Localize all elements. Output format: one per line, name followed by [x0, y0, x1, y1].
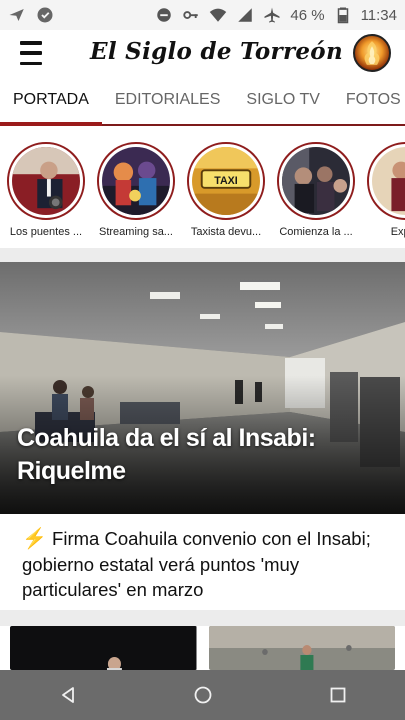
- story-ring: [97, 142, 175, 220]
- story-item[interactable]: Streaming sa...: [97, 128, 175, 248]
- lightning-bolt-icon: ⚡: [22, 528, 47, 550]
- back-triangle-icon[interactable]: [48, 675, 88, 715]
- section-divider: [0, 610, 405, 626]
- story-thumbnail: [372, 147, 405, 215]
- tab-portada[interactable]: PORTADA: [0, 76, 102, 126]
- tab-siglo-tv[interactable]: SIGLO TV: [233, 76, 333, 124]
- recents-square-icon[interactable]: [318, 675, 358, 715]
- section-tabs: PORTADA EDITORIALES SIGLO TV FOTOS: [0, 76, 405, 126]
- related-headline: Firma Coahuila convenio con el Insabi; g…: [22, 528, 371, 600]
- story-label: Streaming sa...: [99, 226, 173, 238]
- ci-app-icon: [36, 6, 54, 24]
- clock: 11:34: [360, 6, 397, 24]
- story-thumbnail: TAXI: [192, 147, 260, 215]
- system-nav-bar: [0, 670, 405, 720]
- key-icon: [182, 6, 200, 24]
- story-item[interactable]: Explot: [367, 128, 405, 248]
- story-item[interactable]: Comienza la ...: [277, 128, 355, 248]
- site-logo[interactable]: El Siglo de Torreón: [90, 38, 343, 65]
- story-thumbnail: [282, 147, 350, 215]
- story-item[interactable]: Los puentes ...: [7, 128, 85, 248]
- article-card-image: [208, 626, 395, 670]
- story-item[interactable]: TAXI Taxista devu...: [187, 128, 265, 248]
- app-header: El Siglo de Torreón: [0, 30, 405, 76]
- stories-carousel: Los puentes ... Streaming sa... TAXI Tax…: [0, 128, 405, 248]
- minus-circle-icon: [155, 6, 173, 24]
- article-card[interactable]: [208, 626, 395, 670]
- tab-fotos[interactable]: FOTOS: [333, 76, 405, 124]
- story-ring: [277, 142, 355, 220]
- story-label: Taxista devu...: [190, 226, 262, 238]
- screen: 46 % 11:34 El Siglo de Torreón PORTADA E…: [0, 0, 405, 720]
- story-thumbnail: [102, 147, 170, 215]
- section-divider: [0, 248, 405, 262]
- article-card[interactable]: [10, 626, 197, 670]
- wifi-icon: [209, 6, 227, 24]
- hero-article[interactable]: Coahuila da el sí al Insabi: Riquelme: [0, 262, 405, 514]
- signal-icon: [236, 6, 254, 24]
- hero-headline: Coahuila da el sí al Insabi: Riquelme: [17, 424, 316, 485]
- airplane-icon: [263, 6, 281, 24]
- tab-editoriales[interactable]: EDITORIALES: [102, 76, 234, 124]
- related-article-link[interactable]: ⚡ Firma Coahuila convenio con el Insabi;…: [0, 514, 405, 610]
- profile-avatar[interactable]: [353, 34, 391, 72]
- story-label: Los puentes ...: [9, 226, 83, 238]
- home-circle-icon[interactable]: [183, 675, 223, 715]
- story-label: Explot: [390, 226, 405, 238]
- article-card-image: [10, 626, 197, 670]
- story-label: Comienza la ...: [279, 226, 353, 238]
- story-ring: TAXI: [187, 142, 265, 220]
- hamburger-menu-icon[interactable]: [20, 41, 48, 65]
- article-cards-row: [0, 626, 405, 670]
- battery-percent: 46 %: [290, 6, 325, 24]
- taxi-sign-text: TAXI: [214, 175, 238, 187]
- story-ring: [7, 142, 85, 220]
- story-ring: [367, 142, 405, 220]
- battery-icon: [334, 6, 352, 24]
- send-icon: [8, 6, 26, 24]
- status-bar: 46 % 11:34: [0, 0, 405, 30]
- story-thumbnail: [12, 147, 80, 215]
